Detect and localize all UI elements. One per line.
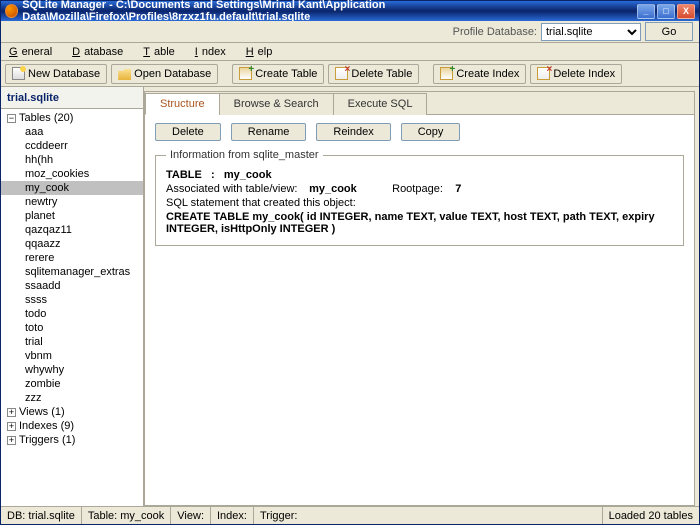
rootpage-label: Rootpage: — [392, 183, 452, 195]
menu-general[interactable]: General — [5, 44, 68, 60]
tree-table-item[interactable]: trial — [1, 335, 143, 349]
associated-label: Associated with table/view: — [166, 183, 306, 195]
status-trigger: Trigger: — [254, 507, 603, 524]
toolbar: New Database Open Database Create Table … — [1, 61, 699, 87]
drop-index-button[interactable]: Delete Index — [530, 64, 622, 84]
collapse-icon[interactable]: − — [7, 114, 16, 123]
db-tree[interactable]: −Tables (20) aaaccddeerrhh(hhmoz_cookies… — [1, 109, 143, 506]
minimize-button[interactable]: _ — [637, 4, 655, 19]
app-window: SQLite Manager - C:\Documents and Settin… — [0, 0, 700, 525]
maximize-button[interactable]: □ — [657, 4, 675, 19]
tree-table-item[interactable]: newtry — [1, 195, 143, 209]
table-create-icon — [239, 67, 252, 80]
tree-table-item[interactable]: aaa — [1, 125, 143, 139]
tab-browse[interactable]: Browse & Search — [219, 93, 334, 115]
tree-table-item[interactable]: qqaazz — [1, 237, 143, 251]
window-controls: _ □ X — [637, 4, 695, 19]
sqlite-master-info: Information from sqlite_master TABLE : m… — [155, 149, 684, 246]
table-delete-icon — [335, 67, 348, 80]
title-bar: SQLite Manager - C:\Documents and Settin… — [1, 1, 699, 21]
table-name-value: my_cook — [224, 169, 272, 181]
tabbar: Structure Browse & Search Execute SQL — [145, 92, 694, 115]
database-new-icon — [12, 67, 25, 80]
main-pane: Structure Browse & Search Execute SQL De… — [144, 91, 695, 506]
create-table-button[interactable]: Create Table — [232, 64, 324, 84]
tree-table-item[interactable]: zombie — [1, 377, 143, 391]
sql-label: SQL statement that created this object: — [166, 197, 673, 209]
tab-execute[interactable]: Execute SQL — [333, 93, 428, 115]
status-view: View: — [171, 507, 211, 524]
delete-button[interactable]: Delete — [155, 123, 221, 141]
profile-select[interactable]: trial.sqlite — [541, 23, 641, 41]
tree-table-item[interactable]: whywhy — [1, 363, 143, 377]
rename-button[interactable]: Rename — [231, 123, 307, 141]
status-db: DB: trial.sqlite — [1, 507, 82, 524]
table-sep: : — [211, 169, 215, 181]
tab-structure[interactable]: Structure — [145, 93, 220, 115]
profile-label: Profile Database: — [453, 26, 537, 38]
tree-table-item[interactable]: ssaadd — [1, 279, 143, 293]
tree-table-item[interactable]: zzz — [1, 391, 143, 405]
tree-table-item[interactable]: toto — [1, 321, 143, 335]
tree-table-item[interactable]: my_cook — [1, 181, 143, 195]
sidebar: trial.sqlite −Tables (20) aaaccddeerrhh(… — [1, 87, 144, 506]
body: trial.sqlite −Tables (20) aaaccddeerrhh(… — [1, 87, 699, 506]
tree-views[interactable]: +Views (1) — [1, 405, 143, 419]
tree-table-item[interactable]: rerere — [1, 251, 143, 265]
expand-icon[interactable]: + — [7, 422, 16, 431]
reindex-button[interactable]: Reindex — [316, 123, 390, 141]
tree-table-item[interactable]: todo — [1, 307, 143, 321]
rootpage-value: 7 — [455, 183, 461, 195]
associated-value: my_cook — [309, 183, 389, 195]
status-bar: DB: trial.sqlite Table: my_cook View: In… — [1, 506, 699, 524]
status-loaded: Loaded 20 tables — [603, 507, 699, 524]
status-index: Index: — [211, 507, 254, 524]
tree-table-item[interactable]: hh(hh — [1, 153, 143, 167]
structure-panel: Delete Rename Reindex Copy Information f… — [145, 115, 694, 505]
drop-table-button[interactable]: Delete Table — [328, 64, 419, 84]
profile-bar: Profile Database: trial.sqlite Go — [1, 21, 699, 43]
menu-index[interactable]: Index — [191, 44, 242, 60]
menu-database[interactable]: Database — [68, 44, 139, 60]
close-button[interactable]: X — [677, 4, 695, 19]
title-text: SQLite Manager - C:\Documents and Settin… — [22, 0, 637, 23]
index-create-icon — [440, 67, 453, 80]
tree-indexes[interactable]: +Indexes (9) — [1, 419, 143, 433]
new-database-button[interactable]: New Database — [5, 64, 107, 84]
sidebar-header: trial.sqlite — [1, 87, 143, 109]
tree-tables[interactable]: −Tables (20) — [1, 111, 143, 125]
tree-table-item[interactable]: ssss — [1, 293, 143, 307]
action-row: Delete Rename Reindex Copy — [155, 123, 684, 141]
expand-icon[interactable]: + — [7, 408, 16, 417]
tree-table-item[interactable]: ccddeerr — [1, 139, 143, 153]
tree-table-item[interactable]: planet — [1, 209, 143, 223]
copy-button[interactable]: Copy — [401, 123, 461, 141]
menu-help[interactable]: Help — [242, 44, 289, 60]
expand-icon[interactable]: + — [7, 436, 16, 445]
tree-table-item[interactable]: vbnm — [1, 349, 143, 363]
tree-table-item[interactable]: qazqaz11 — [1, 223, 143, 237]
open-database-button[interactable]: Open Database — [111, 64, 218, 84]
app-icon — [5, 4, 18, 18]
go-button[interactable]: Go — [645, 22, 693, 41]
tree-triggers[interactable]: +Triggers (1) — [1, 433, 143, 447]
folder-open-icon — [118, 67, 131, 80]
tree-table-item[interactable]: moz_cookies — [1, 167, 143, 181]
tree-table-item[interactable]: sqlitemanager_extras — [1, 265, 143, 279]
table-label: TABLE — [166, 169, 202, 181]
create-index-button[interactable]: Create Index — [433, 64, 526, 84]
fieldset-legend: Information from sqlite_master — [166, 149, 323, 161]
menu-table[interactable]: Table — [139, 44, 191, 60]
sql-statement: CREATE TABLE my_cook( id INTEGER, name T… — [166, 211, 673, 235]
status-table: Table: my_cook — [82, 507, 171, 524]
menu-bar: General Database Table Index Help — [1, 43, 699, 61]
index-delete-icon — [537, 67, 550, 80]
